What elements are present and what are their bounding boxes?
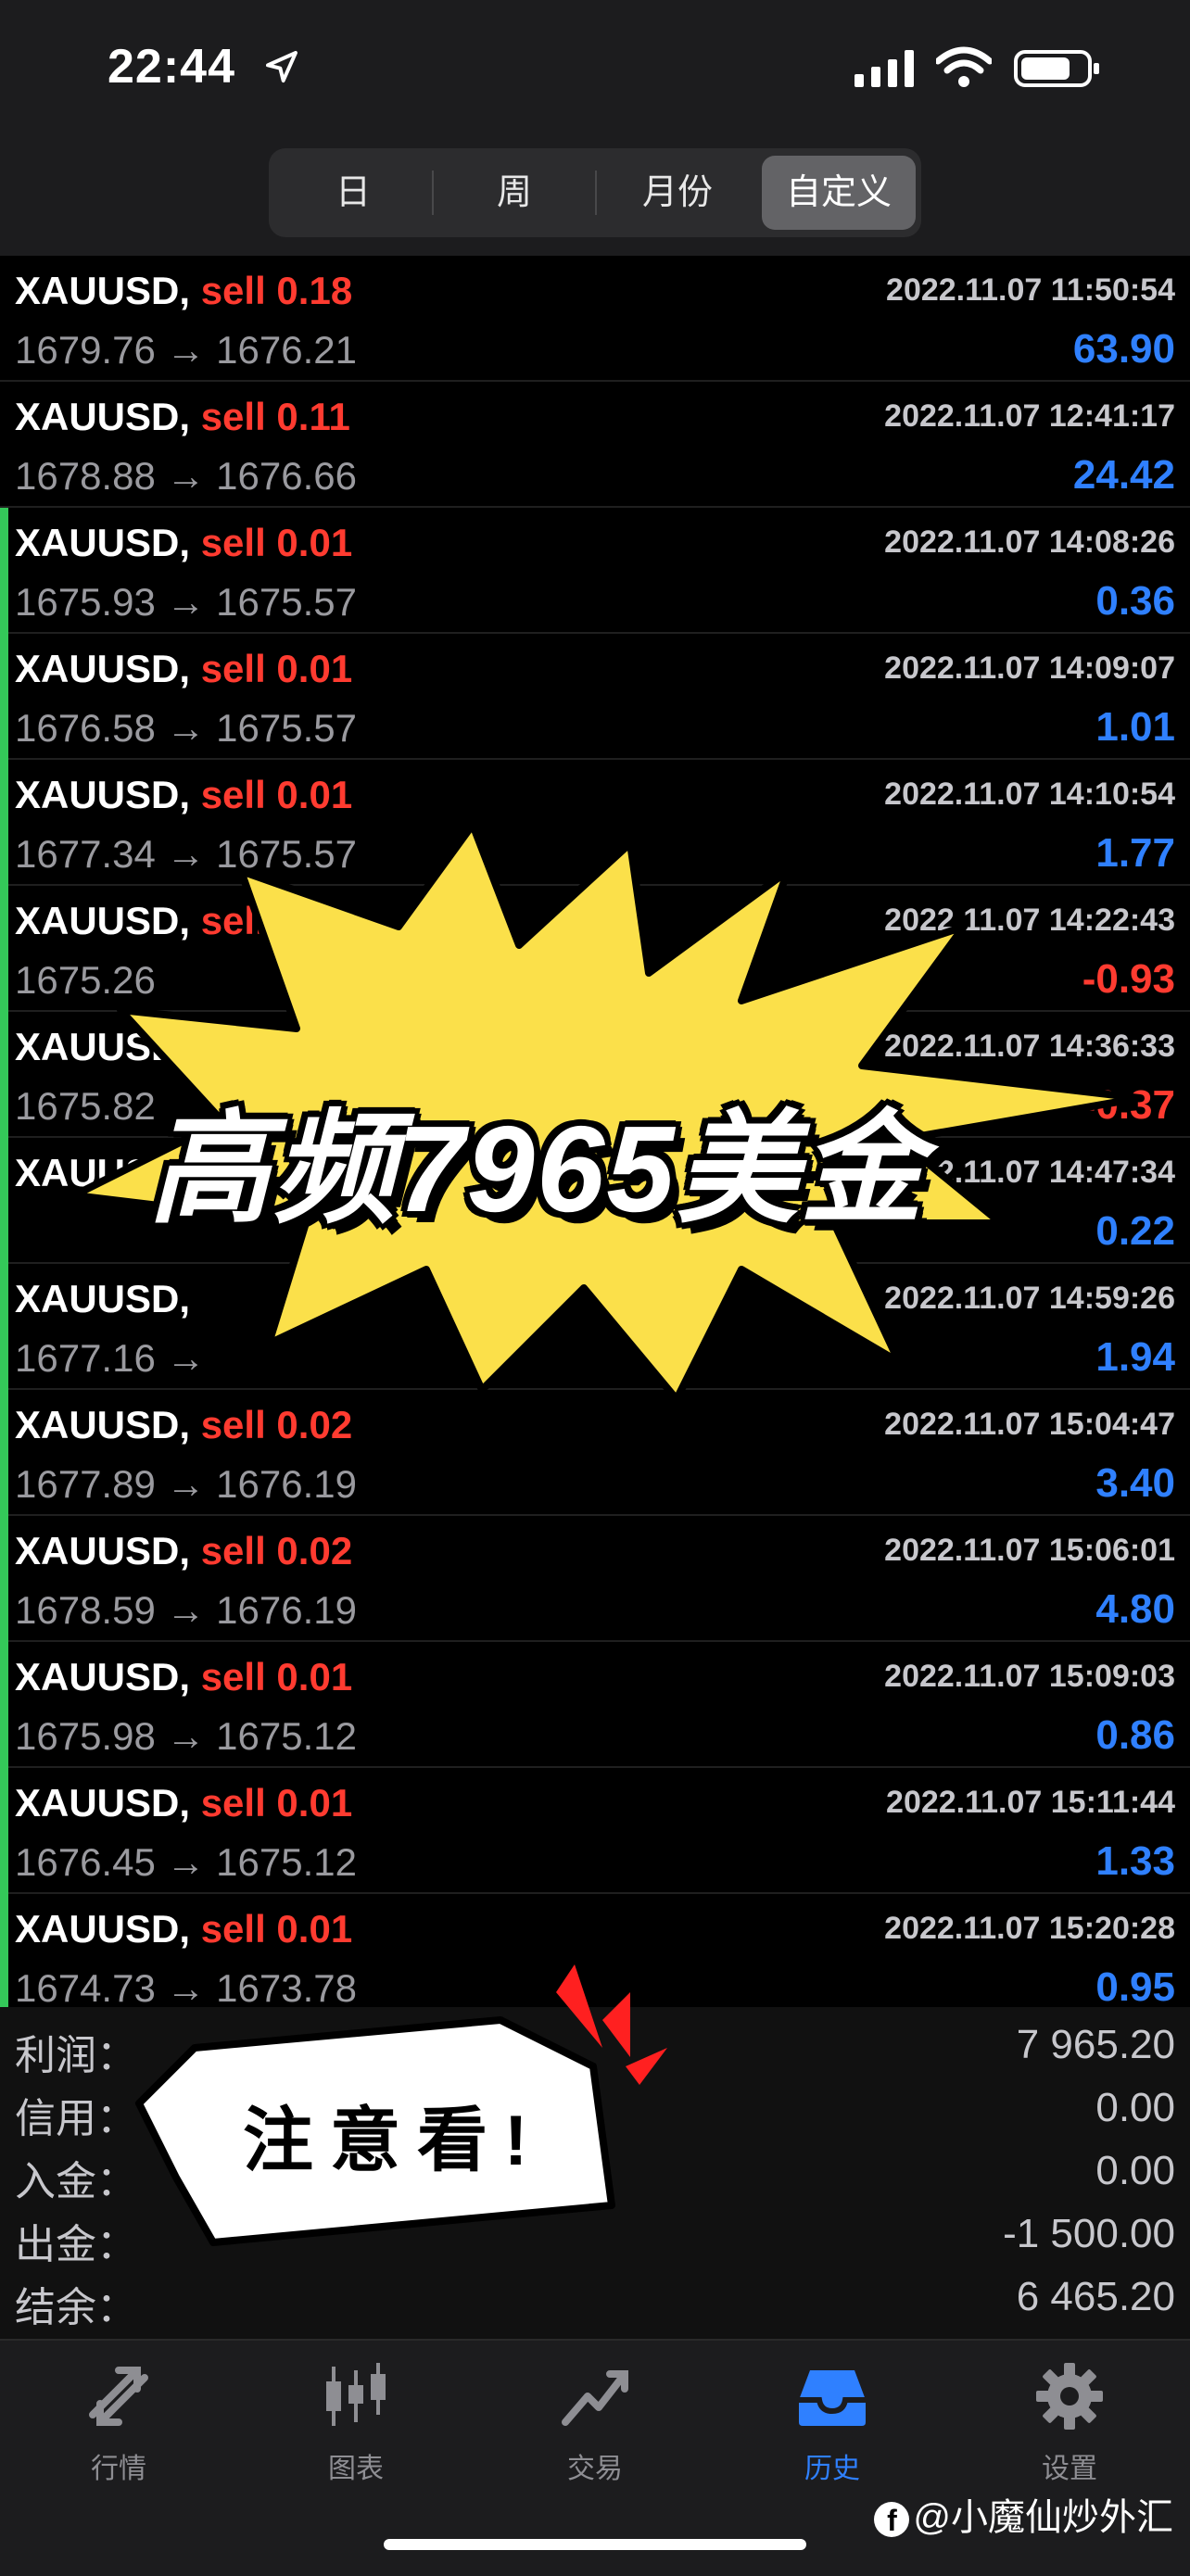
trade-symbol: XAUUSD, sell 0.11 bbox=[15, 395, 350, 439]
segment-divider bbox=[432, 170, 434, 215]
trade-row[interactable]: XAUUSD, sell 0.02 2022.11.07 15:06:01 1678… bbox=[0, 1516, 1190, 1642]
trade-time: 2022.11.07 15:09:03 bbox=[884, 1659, 1175, 1694]
watermark: f @小魔仙炒外汇 bbox=[874, 2487, 1173, 2541]
trade-side: sell 0.01 bbox=[200, 1781, 353, 1825]
summary-row: 结余： 6 465.20 bbox=[0, 2267, 1190, 2330]
trade-side: sell 0.01 bbox=[200, 1907, 353, 1951]
trade-prices: 1678.88 → 1676.66 bbox=[15, 454, 357, 498]
summary-value: 0.00 bbox=[1095, 2085, 1175, 2130]
trade-time: 2022.11.07 14:08:26 bbox=[884, 524, 1175, 560]
status-bar: 22:44 bbox=[0, 0, 1190, 139]
trade-profit: 0.36 bbox=[1095, 578, 1175, 624]
burst-headline: 高频7965美金 bbox=[148, 1101, 925, 1237]
trade-profit: 63.90 bbox=[1072, 326, 1175, 372]
trade-row[interactable]: XAUUSD, sell 0.01 2022.11.07 14:09:07 1676… bbox=[0, 634, 1190, 760]
trade-line-icon bbox=[562, 2370, 628, 2426]
tab-settings-label: 设置 bbox=[1042, 2454, 1097, 2484]
symbol-text: XAUUSD, bbox=[15, 269, 191, 312]
symbol-text: XAUUSD, bbox=[15, 647, 191, 690]
history-inbox-icon bbox=[799, 2370, 866, 2426]
trade-profit: 24.42 bbox=[1072, 452, 1175, 498]
trade-time: 2022.11.07 15:20:28 bbox=[884, 1911, 1175, 1946]
period-tab-custom[interactable]: 自定义 bbox=[762, 156, 916, 230]
home-indicator[interactable] bbox=[384, 2539, 806, 2550]
period-tab-week[interactable]: 周 bbox=[437, 156, 591, 230]
trade-prices: 1676.58 → 1675.57 bbox=[15, 706, 357, 750]
segment-divider bbox=[595, 170, 597, 215]
trade-row[interactable]: XAUUSD, sell 0.11 2022.11.07 12:41:17 1678… bbox=[0, 382, 1190, 508]
tab-trade[interactable]: 交易 bbox=[512, 2359, 678, 2489]
period-selector-bar: 日 周 月份 自定义 bbox=[0, 139, 1190, 256]
bubble-text: 注意看! bbox=[243, 2102, 545, 2180]
facebook-icon: f bbox=[874, 2502, 910, 2538]
symbol-text: XAUUSD, bbox=[15, 1655, 191, 1698]
trade-symbol: XAUUSD, sell 0.01 bbox=[15, 1781, 352, 1825]
battery-icon bbox=[1014, 50, 1099, 87]
tab-quotes-label: 行情 bbox=[91, 2454, 146, 2484]
summary-value: 7 965.20 bbox=[1016, 2022, 1175, 2067]
tab-chart-label: 图表 bbox=[328, 2454, 384, 2484]
trade-prices: 1675.93 → 1675.57 bbox=[15, 580, 357, 624]
trade-side: sell 0.18 bbox=[200, 269, 353, 312]
summary-value: -1 500.00 bbox=[1003, 2211, 1175, 2256]
summary-label: 结余： bbox=[15, 2285, 137, 2330]
trade-prices: 1676.45 → 1675.12 bbox=[15, 1840, 357, 1884]
candlestick-icon bbox=[326, 2363, 386, 2426]
tab-quotes[interactable]: 行情 bbox=[35, 2359, 202, 2489]
trade-side: sell 0.01 bbox=[200, 1655, 353, 1698]
trade-row[interactable]: XAUUSD, sell 0.18 2022.11.07 11:50:54 1679… bbox=[0, 256, 1190, 382]
summary-value: 6 465.20 bbox=[1016, 2274, 1175, 2319]
trade-symbol: XAUUSD, sell 0.02 bbox=[15, 1529, 352, 1573]
trade-prices: 1675.98 → 1675.12 bbox=[15, 1714, 357, 1758]
status-time: 22:44 bbox=[108, 40, 235, 94]
period-segmented-control: 日 周 月份 自定义 bbox=[269, 148, 921, 237]
trade-symbol: XAUUSD, sell 0.01 bbox=[15, 521, 352, 565]
trade-side: sell 0.11 bbox=[200, 395, 350, 438]
trade-profit: 1.01 bbox=[1095, 704, 1175, 750]
symbol-text: XAUUSD, bbox=[15, 1907, 191, 1951]
tab-history-label: 历史 bbox=[804, 2454, 860, 2484]
trade-time: 2022.11.07 14:09:07 bbox=[884, 650, 1175, 686]
trade-profit: 0.86 bbox=[1095, 1712, 1175, 1758]
trade-profit: 0.95 bbox=[1095, 1964, 1175, 2010]
cellular-signal-icon bbox=[855, 50, 914, 87]
trade-symbol: XAUUSD, sell 0.01 bbox=[15, 1655, 352, 1699]
trade-side: sell 0.01 bbox=[200, 521, 353, 564]
wifi-icon bbox=[936, 46, 992, 87]
symbol-text: XAUUSD, bbox=[15, 521, 191, 564]
gear-icon bbox=[1036, 2363, 1103, 2430]
symbol-text: XAUUSD, bbox=[15, 1529, 191, 1572]
period-tab-day[interactable]: 日 bbox=[276, 156, 430, 230]
trade-prices: 1677.89 → 1676.19 bbox=[15, 1462, 357, 1506]
trade-side: sell 0.01 bbox=[200, 647, 353, 690]
symbol-text: XAUUSD, bbox=[15, 1781, 191, 1825]
trade-row[interactable]: XAUUSD, sell 0.01 2022.11.07 15:11:44 1676… bbox=[0, 1768, 1190, 1894]
trade-profit: 4.80 bbox=[1095, 1586, 1175, 1632]
tab-settings[interactable]: 设置 bbox=[986, 2359, 1153, 2489]
trade-row[interactable]: XAUUSD, sell 0.01 2022.11.07 15:09:03 1675… bbox=[0, 1642, 1190, 1768]
period-tab-month[interactable]: 月份 bbox=[601, 156, 754, 230]
trade-symbol: XAUUSD, sell 0.01 bbox=[15, 1907, 352, 1951]
quotes-arrows-icon bbox=[89, 2367, 148, 2426]
summary-value: 0.00 bbox=[1095, 2148, 1175, 2193]
tab-trade-label: 交易 bbox=[567, 2454, 623, 2484]
trade-symbol: XAUUSD, sell 0.18 bbox=[15, 269, 352, 313]
trade-prices: 1678.59 → 1676.19 bbox=[15, 1588, 357, 1632]
tab-chart[interactable]: 图表 bbox=[272, 2359, 439, 2489]
trade-time: 2022.11.07 15:11:44 bbox=[886, 1785, 1175, 1820]
trade-profit: 3.40 bbox=[1095, 1460, 1175, 1506]
symbol-text: XAUUSD, bbox=[15, 395, 191, 438]
location-arrow-icon bbox=[266, 51, 298, 82]
trade-row[interactable]: XAUUSD, sell 0.01 2022.11.07 14:08:26 1675… bbox=[0, 508, 1190, 634]
trade-time: 2022.11.07 12:41:17 bbox=[884, 398, 1175, 434]
trade-side: sell 0.02 bbox=[200, 1529, 353, 1572]
trade-time: 2022.11.07 15:06:01 bbox=[884, 1533, 1175, 1568]
trade-symbol: XAUUSD, sell 0.01 bbox=[15, 647, 352, 691]
trade-time: 2022.11.07 11:50:54 bbox=[886, 272, 1175, 308]
watermark-text: @小魔仙炒外汇 bbox=[913, 2497, 1173, 2538]
trade-profit: 1.33 bbox=[1095, 1838, 1175, 1884]
tab-history[interactable]: 历史 bbox=[749, 2359, 916, 2489]
trade-prices: 1679.76 → 1676.21 bbox=[15, 328, 357, 372]
